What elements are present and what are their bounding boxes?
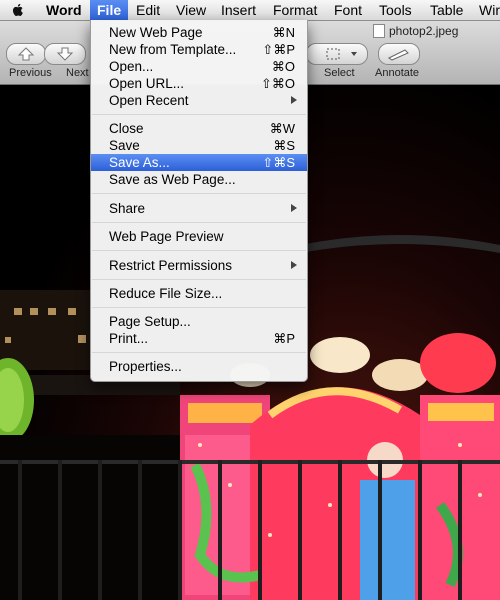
menu-table[interactable]: Table: [423, 0, 470, 20]
next-button[interactable]: [44, 43, 86, 65]
submenu-arrow-icon: [291, 96, 297, 104]
menu-separator: [92, 352, 306, 353]
next-label: Next: [66, 67, 89, 79]
document-title: photop2.jpeg: [389, 24, 459, 38]
menu-item-properties[interactable]: Properties...: [91, 358, 307, 375]
file-menu-dropdown: New Web Page ⌘N New from Template... ⇧⌘P…: [90, 20, 308, 382]
menu-item-save-as-web-page[interactable]: Save as Web Page...: [91, 171, 307, 188]
menu-font[interactable]: Font: [327, 0, 369, 20]
shortcut: ⇧⌘S: [262, 155, 295, 170]
menu-file[interactable]: File: [90, 0, 129, 20]
pencil-icon: [388, 49, 409, 61]
menu-separator: [92, 222, 306, 223]
shortcut: ⌘W: [269, 121, 295, 136]
annotate-button[interactable]: [378, 43, 420, 65]
shortcut: ⌘S: [273, 138, 295, 153]
menu-separator: [92, 250, 306, 251]
menu-item-page-setup[interactable]: Page Setup...: [91, 313, 307, 330]
submenu-arrow-icon: [291, 261, 297, 269]
menu-item-share[interactable]: Share: [91, 200, 307, 217]
menu-bar: Word File Edit View Insert Format Font T…: [0, 0, 500, 21]
up-arrow-icon: [17, 47, 35, 61]
shortcut: ⌘P: [273, 331, 295, 346]
menu-item-new-web-page[interactable]: New Web Page ⌘N: [91, 24, 307, 41]
menu-item-restrict-permissions[interactable]: Restrict Permissions: [91, 257, 307, 274]
menu-item-save-as[interactable]: Save As... ⇧⌘S: [91, 154, 307, 171]
previous-label: Previous: [9, 67, 52, 79]
shortcut: ⌘N: [272, 25, 295, 40]
menu-item-open-url[interactable]: Open URL... ⇧⌘O: [91, 75, 307, 92]
menu-item-new-from-template[interactable]: New from Template... ⇧⌘P: [91, 41, 307, 58]
submenu-arrow-icon: [291, 204, 297, 212]
menu-format[interactable]: Format: [266, 0, 324, 20]
menu-item-web-page-preview[interactable]: Web Page Preview: [91, 228, 307, 245]
menu-item-open-recent[interactable]: Open Recent: [91, 92, 307, 109]
select-button[interactable]: [306, 43, 368, 65]
apple-icon[interactable]: [10, 2, 26, 18]
shortcut: ⇧⌘O: [260, 76, 295, 91]
menu-insert[interactable]: Insert: [214, 0, 263, 20]
menu-item-open[interactable]: Open... ⌘O: [91, 58, 307, 75]
select-marquee-icon: [326, 48, 357, 60]
menu-view[interactable]: View: [169, 0, 213, 20]
menu-item-close[interactable]: Close ⌘W: [91, 120, 307, 137]
menu-separator: [92, 279, 306, 280]
shortcut: ⌘O: [271, 59, 295, 74]
menu-tools[interactable]: Tools: [372, 0, 419, 20]
annotate-label: Annotate: [375, 67, 420, 79]
previous-button[interactable]: [6, 43, 46, 65]
menu-window[interactable]: Wir: [472, 0, 500, 20]
menu-separator: [92, 307, 306, 308]
menu-word[interactable]: Word: [39, 0, 89, 20]
document-icon: [373, 24, 385, 38]
shortcut: ⇧⌘P: [262, 42, 295, 57]
menu-separator: [92, 193, 306, 194]
menu-item-print[interactable]: Print... ⌘P: [91, 330, 307, 347]
menu-separator: [92, 114, 306, 115]
down-arrow-icon: [56, 47, 74, 61]
menu-item-reduce-file-size[interactable]: Reduce File Size...: [91, 285, 307, 302]
menu-edit[interactable]: Edit: [129, 0, 167, 20]
select-label: Select: [324, 67, 355, 79]
menu-item-save[interactable]: Save ⌘S: [91, 137, 307, 154]
